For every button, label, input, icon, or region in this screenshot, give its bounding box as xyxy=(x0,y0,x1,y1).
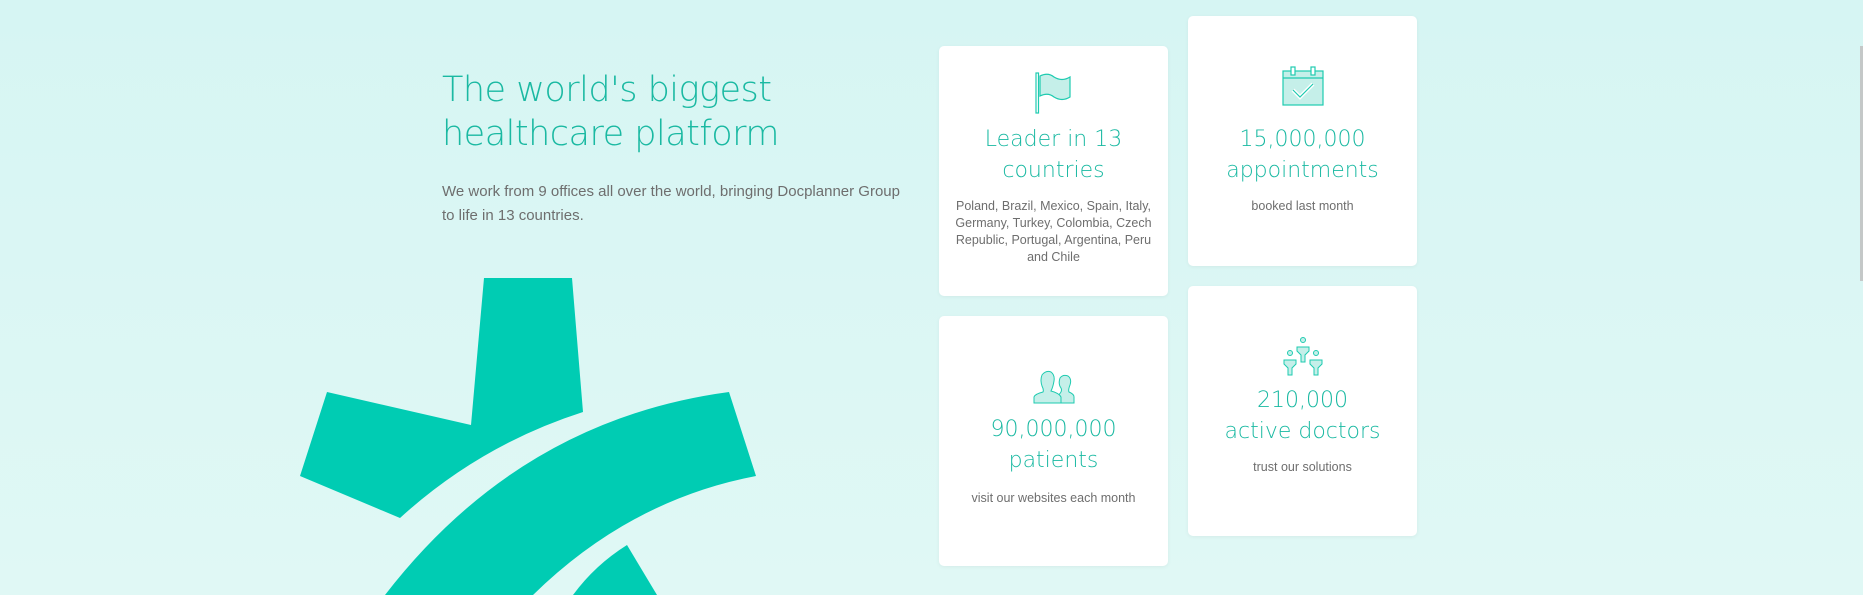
card-subtitle: active doctors xyxy=(1224,419,1381,444)
stat-card-doctors: 210,000 active doctors trust our solution… xyxy=(1188,286,1417,536)
stat-card-appointments: 15,000,000 appointments booked last month xyxy=(1188,16,1417,266)
intro-section: The world's biggest healthcare platform … xyxy=(442,68,902,228)
card-title: 90,000,000 xyxy=(990,417,1117,442)
card-subtitle: countries xyxy=(1002,158,1105,183)
flag-icon xyxy=(1034,72,1071,114)
card-description: Poland, Brazil, Mexico, Spain, Italy, Ge… xyxy=(955,199,1152,264)
stat-card-patients: 90,000,000 patients visit our websites ea… xyxy=(939,316,1168,566)
doctors-icon xyxy=(1283,337,1322,376)
card-description: visit our websites each month xyxy=(971,491,1136,505)
card-subtitle: appointments xyxy=(1226,158,1379,183)
stat-card-countries: Leader in 13 countries Poland, Brazil, Me… xyxy=(939,46,1168,296)
card-description: trust our solutions xyxy=(1253,460,1352,474)
calendar-check-icon xyxy=(1281,66,1324,106)
card-subtitle: patients xyxy=(1008,448,1099,473)
users-icon xyxy=(1033,370,1074,404)
intro-description: We work from 9 offices all over the worl… xyxy=(442,183,900,224)
page-title: The world's biggest healthcare platform xyxy=(442,68,902,156)
title-line-2: healthcare platform xyxy=(442,114,779,154)
card-title: Leader in 13 xyxy=(984,127,1123,152)
card-title: 15,000,000 xyxy=(1239,127,1366,152)
title-line-1: The world's biggest xyxy=(442,70,772,110)
card-title: 210,000 xyxy=(1257,388,1348,413)
card-description: booked last month xyxy=(1251,199,1354,213)
